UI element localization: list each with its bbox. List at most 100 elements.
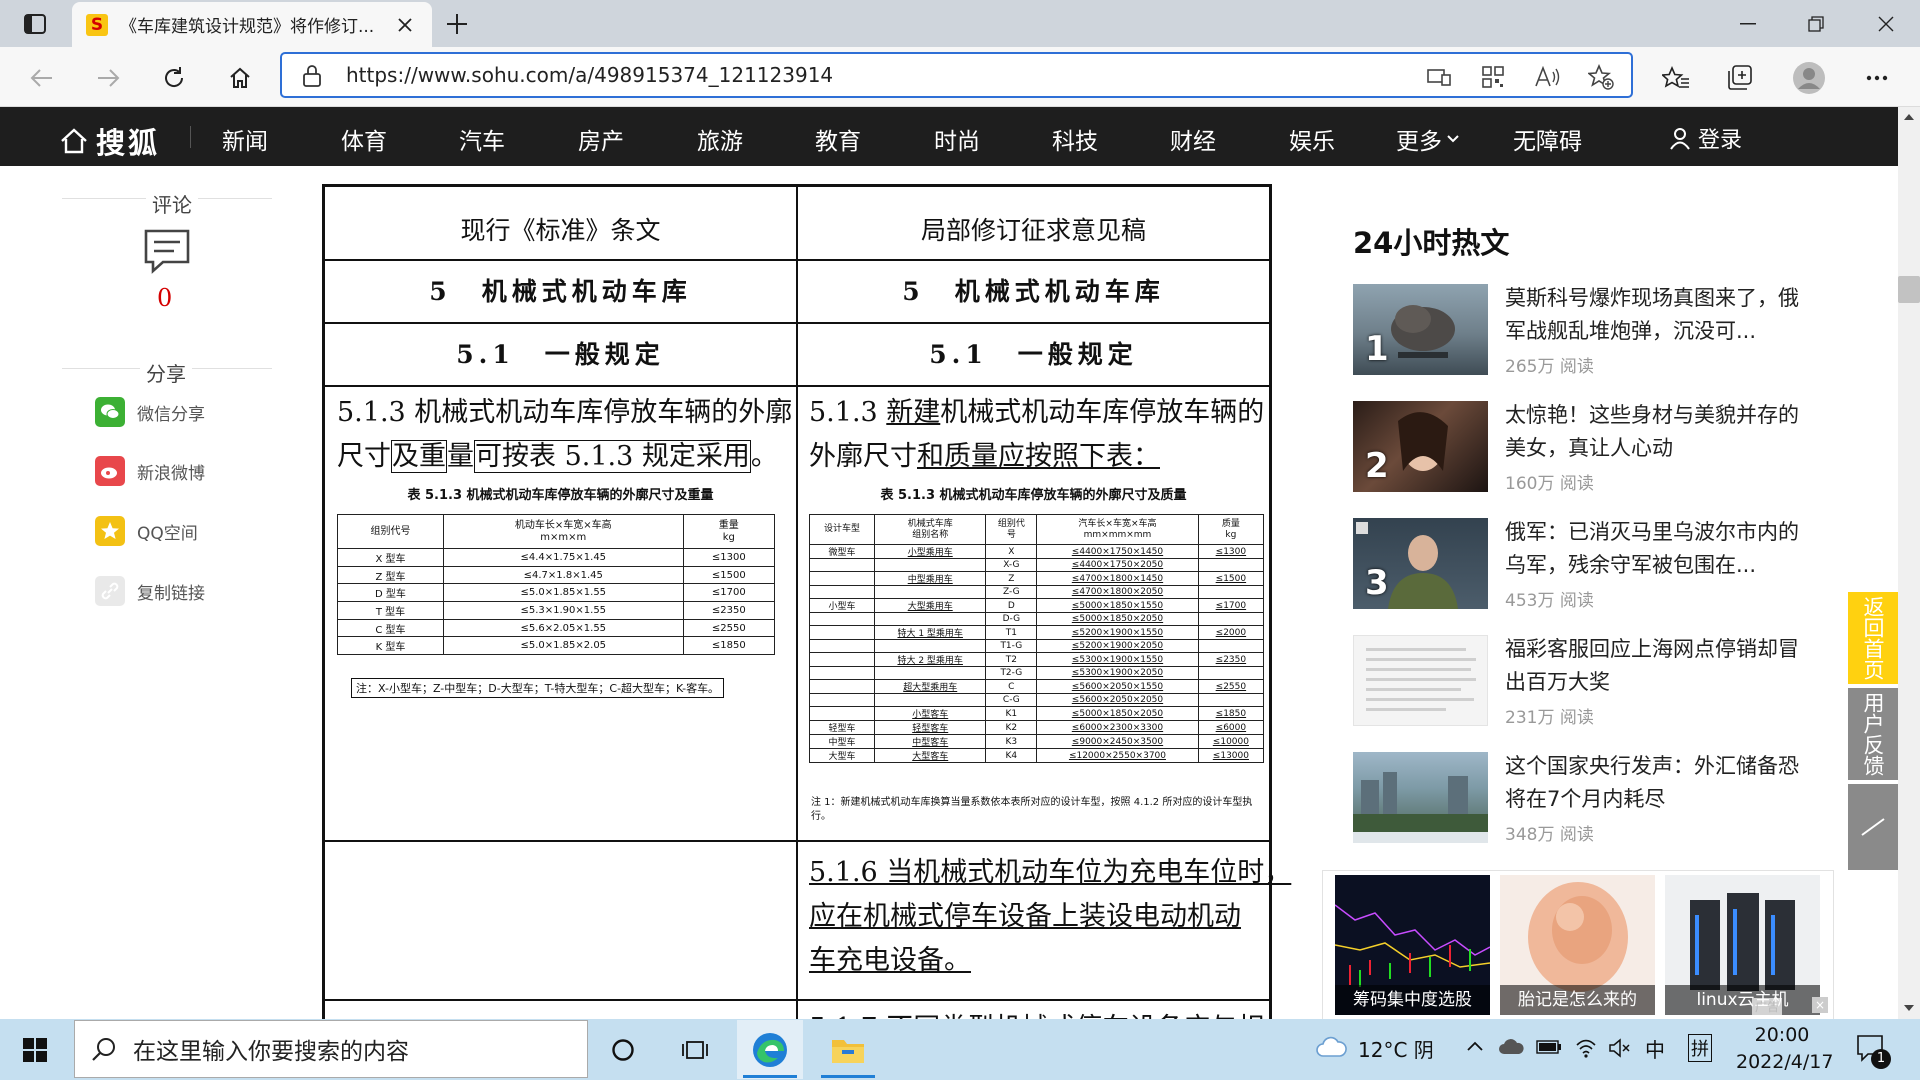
minimize-icon[interactable] (1714, 0, 1782, 47)
hot-thumb-document[interactable] (1353, 635, 1488, 726)
table-cell: ≤5000×1850×2050 (1036, 612, 1199, 626)
nav-accessibility[interactable]: 无障碍 (1513, 122, 1582, 156)
table-header: 机械式车库 组别名称 (873, 514, 987, 545)
ime-language[interactable]: 中 (1645, 1034, 1665, 1063)
favorites-icon[interactable] (1656, 58, 1696, 98)
add-favorite-icon[interactable] (1585, 63, 1617, 91)
volume-muted-icon[interactable] (1608, 1037, 1632, 1059)
comment-count[interactable]: 0 (157, 284, 172, 312)
table-cell (809, 666, 875, 680)
nav-entertainment[interactable]: 娱乐 (1289, 122, 1335, 156)
battery-icon[interactable] (1536, 1040, 1562, 1054)
hot-thumb-city[interactable] (1353, 752, 1488, 843)
login-link[interactable]: 登录 (1668, 122, 1742, 154)
table-header: 组别代号 (337, 514, 444, 549)
table-cell: X-G (985, 558, 1038, 572)
nav-news[interactable]: 新闻 (222, 122, 268, 156)
nav-tech[interactable]: 科技 (1052, 122, 1098, 156)
new-tab-icon[interactable] (441, 10, 473, 38)
task-view-icon[interactable] (662, 1020, 728, 1079)
scroll-up-icon[interactable] (1903, 113, 1915, 121)
hot-title-5[interactable]: 这个国家央行发声：外汇储备恐将在7个月内耗尽 (1505, 750, 1805, 816)
ad-card-birthmark[interactable]: 胎记是怎么来的 (1500, 875, 1655, 1015)
hot-thumb-explosion[interactable]: 1 (1353, 284, 1488, 375)
nav-education[interactable]: 教育 (815, 122, 861, 156)
edge-taskbar-icon[interactable] (737, 1020, 803, 1079)
weather-text[interactable]: 12°C 阴 (1358, 1034, 1434, 1063)
comment-icon[interactable] (143, 228, 191, 274)
more-options-icon[interactable] (1857, 58, 1897, 98)
hot-thumb-portrait[interactable]: 2 (1353, 401, 1488, 492)
file-explorer-icon[interactable] (815, 1020, 881, 1079)
url-text[interactable]: https://www.sohu.com/a/498915374_1211239… (346, 63, 833, 87)
scroll-down-icon[interactable] (1903, 1004, 1915, 1012)
wifi-icon[interactable] (1574, 1036, 1598, 1058)
hot-title-4[interactable]: 福彩客服回应上海网点停销却冒出百万大奖 (1505, 633, 1805, 699)
share-weibo[interactable]: 新浪微博 (95, 456, 205, 486)
hot-title-3[interactable]: 俄军：已消灭马里乌波尔市内的乌军，残余守军被包围在... (1505, 516, 1805, 582)
back-to-top-button[interactable] (1848, 784, 1898, 870)
feedback-button[interactable]: 用户反馈 (1848, 688, 1898, 780)
ime-mode[interactable]: 拼 (1688, 1034, 1712, 1062)
back-to-home-button[interactable]: 返回首页 (1848, 592, 1898, 684)
scrollbar-thumb[interactable] (1898, 276, 1920, 303)
table-cell: ≤5300×1900×1550 (1036, 652, 1199, 667)
ad-close-icon[interactable]: × (1812, 997, 1828, 1013)
sohu-logo[interactable]: 搜狐 (60, 120, 160, 162)
logo-divider (190, 126, 191, 148)
chapter-title: 5 机械式机动车库 (429, 277, 692, 306)
windows-start-icon[interactable] (2, 1020, 68, 1079)
collections-icon[interactable] (1720, 58, 1760, 98)
hot-title-1[interactable]: 莫斯科号爆炸现场真图来了，俄军战舰乱堆炮弹，沉没可... (1505, 282, 1805, 348)
taskbar-search[interactable]: 在这里输入你要搜索的内容 (74, 1020, 588, 1078)
forward-icon[interactable] (88, 58, 128, 98)
back-icon[interactable] (22, 58, 62, 98)
nav-auto[interactable]: 汽车 (459, 122, 505, 156)
share-wechat[interactable]: 微信分享 (95, 397, 205, 427)
lock-icon[interactable] (302, 64, 322, 88)
table-cell (809, 612, 875, 626)
profile-avatar[interactable] (1789, 58, 1829, 98)
close-window-icon[interactable] (1852, 0, 1920, 47)
restore-icon[interactable] (1782, 0, 1850, 47)
refresh-icon[interactable] (154, 58, 194, 98)
page-scrollbar[interactable] (1898, 107, 1920, 1019)
read-aloud-icon[interactable] (1531, 63, 1563, 91)
browser-tab[interactable]: S 《车库建筑设计规范》将作修订... (72, 2, 432, 47)
tab-actions-icon[interactable] (14, 10, 56, 38)
ad-card-stock[interactable]: 筹码集中度选股 (1335, 875, 1490, 1015)
table-cell: C (985, 679, 1038, 694)
share-qzone[interactable]: QQ空间 (95, 516, 198, 546)
nav-sports[interactable]: 体育 (341, 122, 387, 156)
table-row: T1-G ≤5200×1900×2050 (809, 639, 1265, 653)
nav-house[interactable]: 房产 (578, 122, 624, 156)
table-cell: ≤1700 (682, 583, 776, 603)
cortana-icon[interactable] (590, 1020, 656, 1079)
table-cell: Z (985, 571, 1038, 586)
hot-articles-title: 24小时热文 (1353, 226, 1510, 260)
share-copy-link[interactable]: 复制链接 (95, 576, 205, 606)
table-cell: ≤2350 (1197, 652, 1265, 667)
share-copy-link-label: 复制链接 (137, 583, 205, 604)
app-available-icon[interactable] (1423, 63, 1455, 91)
qr-code-icon[interactable] (1477, 63, 1509, 91)
weather-cloud-icon[interactable] (1315, 1036, 1347, 1058)
onedrive-cloud-icon[interactable] (1498, 1038, 1524, 1056)
tray-chevron-up-icon[interactable] (1466, 1040, 1484, 1052)
clock-time[interactable]: 20:00 (1736, 1024, 1828, 1046)
table-cell: ≤5600×2050×1550 (1036, 679, 1199, 694)
close-tab-icon[interactable] (392, 12, 418, 38)
clock-date[interactable]: 2022/4/17 (1736, 1051, 1833, 1073)
nav-finance[interactable]: 财经 (1170, 122, 1216, 156)
table-cell: 特大 1 型乘用车 (873, 625, 987, 640)
table-row: X-G ≤4400×1750×2050 (809, 558, 1265, 572)
table-cell: ≤4400×1750×1450 (1036, 544, 1199, 559)
ad-card-server[interactable]: linux云主机 (1665, 875, 1820, 1015)
table-row: 中型乘用车 Z ≤4700×1800×1450 ≤1500 (809, 571, 1265, 586)
hot-thumb-officer[interactable]: 3 (1353, 518, 1488, 609)
nav-fashion[interactable]: 时尚 (934, 122, 980, 156)
nav-travel[interactable]: 旅游 (697, 122, 743, 156)
hot-title-2[interactable]: 太惊艳！这些身材与美貌并存的美女，真让人心动 (1505, 399, 1805, 465)
home-icon[interactable] (220, 58, 260, 98)
nav-more[interactable]: 更多 (1396, 122, 1460, 156)
